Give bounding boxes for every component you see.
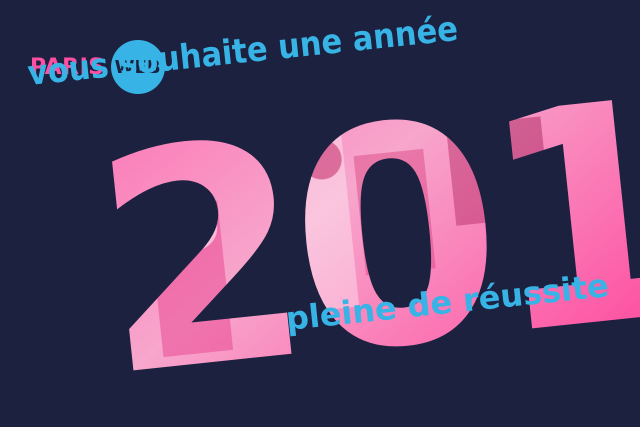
year-2018-graphic: 2018	[81, 15, 640, 427]
year-text: 2018	[81, 15, 640, 427]
greeting-card: PARIS WEB vous souhaite une année 2018 p…	[0, 0, 640, 427]
